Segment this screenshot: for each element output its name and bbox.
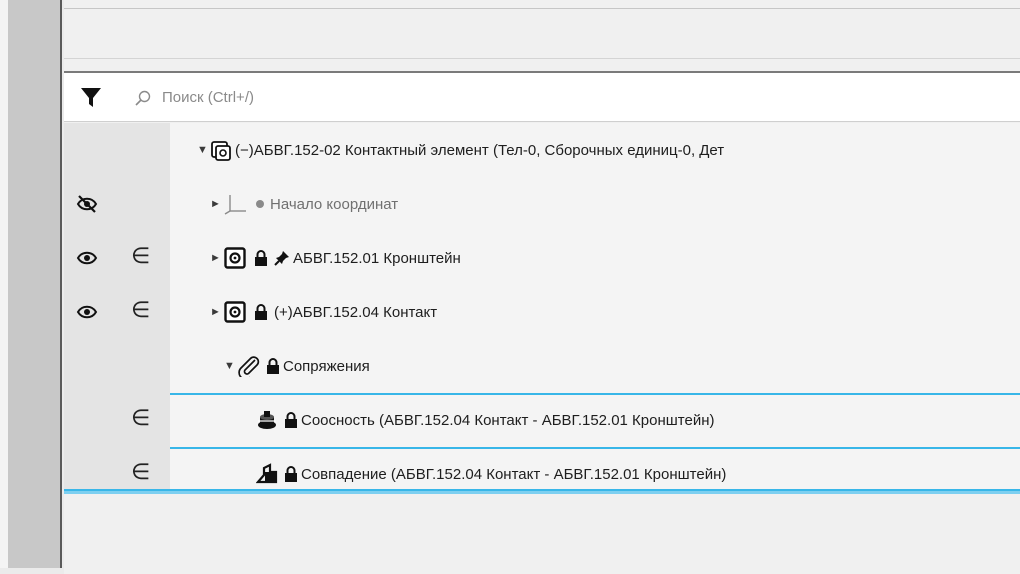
tree-row-contact[interactable]: ∈ ► (+) АБВГ.152.04 Контакт: [64, 285, 1020, 339]
belongs-column-cell: [110, 123, 170, 177]
tree-node-label: Начало координат: [270, 195, 399, 213]
eye-crossed-icon[interactable]: [75, 192, 99, 216]
assembly-icon: [211, 141, 231, 161]
expander-icon[interactable]: ►: [210, 198, 224, 210]
element-of-icon[interactable]: ∈: [131, 460, 150, 485]
empty-area: [64, 494, 1020, 574]
tree-node-bracket[interactable]: ► АБВГ.152.01 Кронштейн: [210, 231, 461, 285]
divider: [64, 58, 1020, 59]
eye-icon[interactable]: [75, 300, 99, 324]
lock-icon: [267, 358, 279, 374]
part-icon: [224, 301, 246, 323]
lock-icon: [255, 250, 267, 266]
coincident-mate-icon: [256, 463, 278, 484]
element-of-icon[interactable]: ∈: [131, 244, 150, 269]
node-prefix: (+): [274, 303, 293, 321]
belongs-column-cell: ∈: [110, 231, 170, 285]
pin-icon: [274, 251, 289, 266]
tree-node-label: Соосность (АБВГ.152.04 Контакт - АБВГ.15…: [301, 411, 715, 429]
divider: [64, 8, 1020, 9]
tree-row-concentric[interactable]: ∈ Соосность (АБВГ.152.04 Контакт - АБВГ.…: [64, 393, 1020, 447]
tree-node-label: АБВГ.152.01 Кронштейн: [293, 249, 461, 267]
lock-icon: [285, 412, 297, 428]
model-tree: ▼ (−) АБВГ.152-02 Контактный элемент (Те…: [64, 123, 1020, 574]
tree-row-origin[interactable]: ► Начало координат: [64, 177, 1020, 231]
belongs-column-cell: [110, 339, 170, 393]
paperclip-icon: [238, 356, 260, 377]
tree-row-root[interactable]: ▼ (−) АБВГ.152-02 Контактный элемент (Те…: [64, 123, 1020, 177]
visibility-column-cell: [64, 393, 110, 447]
model-tree-panel: ▼ (−) АБВГ.152-02 Контактный элемент (Те…: [64, 0, 1020, 574]
search-bar: [64, 71, 1020, 122]
visibility-column-cell: [64, 177, 110, 231]
tree-node-origin[interactable]: ► Начало координат: [210, 177, 398, 231]
tree-node-label: Совпадение (АБВГ.152.04 Контакт - АБВГ.1…: [301, 465, 727, 483]
belongs-column-cell: [110, 177, 170, 231]
side-toolbar: [8, 0, 62, 568]
concentric-mate-icon: [258, 411, 276, 429]
part-icon: [224, 247, 246, 269]
tree-node-label: Сопряжения: [283, 357, 370, 375]
element-of-icon[interactable]: ∈: [131, 406, 150, 431]
expander-icon[interactable]: ►: [210, 252, 224, 264]
visibility-column-cell: [64, 339, 110, 393]
tree-node-label: АБВГ.152-02 Контактный элемент (Тел-0, С…: [253, 141, 725, 159]
visibility-column-cell: [64, 231, 110, 285]
tree-node-label: АБВГ.152.04 Контакт: [292, 303, 438, 321]
expander-icon[interactable]: ▼: [224, 360, 238, 372]
element-of-icon[interactable]: ∈: [131, 298, 150, 323]
window-edge: [0, 0, 8, 568]
origin-axes-icon: [224, 195, 246, 215]
point-icon: [256, 200, 264, 208]
tree-row-mates[interactable]: ▼ Сопряжения: [64, 339, 1020, 393]
root-prefix: (−): [235, 141, 254, 159]
search-input[interactable]: [162, 83, 962, 111]
tree-node-mates[interactable]: ▼ Сопряжения: [224, 339, 370, 393]
lock-icon: [255, 304, 267, 320]
visibility-column-cell: [64, 123, 110, 177]
tree-node-contact[interactable]: ► (+) АБВГ.152.04 Контакт: [210, 285, 437, 339]
expander-icon[interactable]: ▼: [197, 144, 211, 156]
lock-icon: [285, 466, 297, 482]
tree-node-concentric[interactable]: Соосность (АБВГ.152.04 Контакт - АБВГ.15…: [256, 393, 715, 447]
filter-icon[interactable]: [80, 86, 102, 108]
belongs-column-cell: ∈: [110, 285, 170, 339]
search-icon: [135, 90, 151, 106]
visibility-column-cell: [64, 285, 110, 339]
tree-row-bracket[interactable]: ∈ ► АБВГ.152.01 Кронштейн: [64, 231, 1020, 285]
belongs-column-cell: ∈: [110, 393, 170, 447]
eye-icon[interactable]: [75, 246, 99, 270]
tree-node-root[interactable]: ▼ (−) АБВГ.152-02 Контактный элемент (Те…: [197, 123, 724, 177]
expander-icon[interactable]: ►: [210, 306, 224, 318]
